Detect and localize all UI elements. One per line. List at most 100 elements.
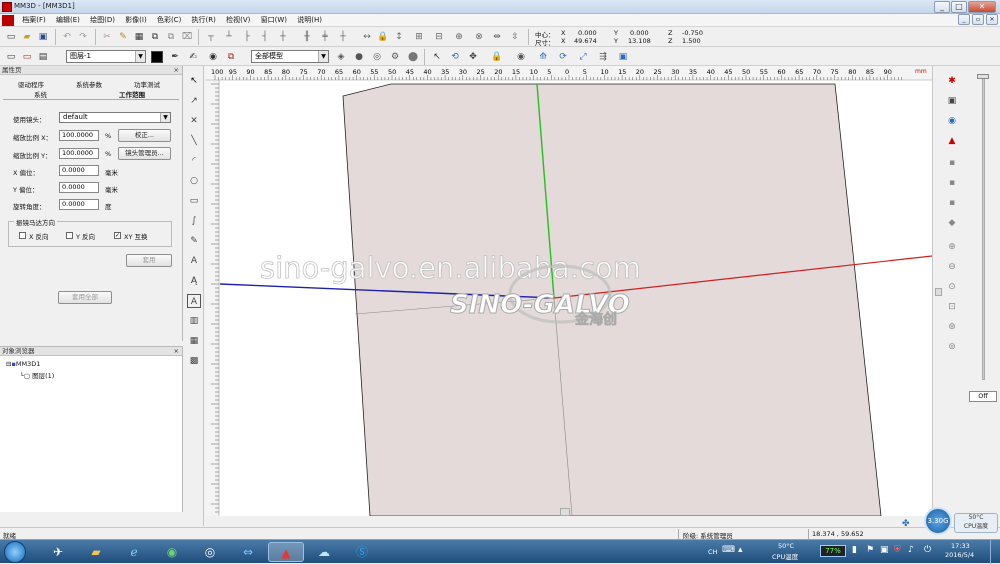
app-icon[interactable] (2, 2, 12, 12)
taskbar-ie-icon[interactable]: ℯ (116, 542, 152, 562)
clock-time[interactable]: 17:33 (951, 542, 970, 550)
align-top-icon[interactable]: ┬ (204, 30, 218, 44)
power-icon[interactable]: ⏻ (924, 545, 931, 555)
app-tray-icon[interactable]: ▣ (880, 545, 889, 555)
apply-all-button[interactable]: 套用全部 (58, 291, 112, 304)
mirror-v-icon[interactable]: ⇳ (508, 30, 522, 44)
zoom-slider-thumb[interactable] (977, 74, 989, 79)
apply-button[interactable]: 套用 (126, 254, 172, 267)
clock-date[interactable]: 2016/5/4 (945, 551, 974, 559)
arc-tool-icon[interactable]: ◜ (187, 154, 201, 168)
view-side-icon[interactable]: ▪ (945, 176, 959, 190)
tab-system-params[interactable]: 系统参数 (76, 79, 102, 89)
select-tool-icon[interactable]: ↖ (187, 74, 201, 88)
layer-new-icon[interactable]: ▭ (4, 50, 18, 64)
combine-icon[interactable]: ⊕ (452, 30, 466, 44)
minimize-button[interactable]: _ (934, 1, 950, 13)
show-desktop-button[interactable] (990, 540, 1000, 564)
invert-y-checkbox[interactable] (66, 232, 73, 239)
lock-icon[interactable]: 🔒 (376, 30, 390, 44)
same-height-icon[interactable]: ↕ (392, 30, 406, 44)
scroll-thumb[interactable] (560, 508, 570, 516)
mirror-h-icon[interactable]: ⇹ (490, 30, 504, 44)
open-folder-icon[interactable]: ▰ (20, 30, 34, 44)
same-width-icon[interactable]: ↔ (360, 30, 374, 44)
duplicate-icon[interactable]: ⧉ (164, 30, 178, 44)
network-icon[interactable]: ▮ (852, 545, 857, 555)
menu-window[interactable]: 窗口(W) (257, 14, 291, 27)
off-toggle[interactable]: Off (969, 391, 997, 402)
export-icon[interactable]: ▣ (616, 50, 630, 64)
pan-icon[interactable]: ✥ (466, 50, 480, 64)
tag-icon[interactable]: ◆ (945, 216, 959, 230)
paste-icon[interactable]: ✎ (116, 30, 130, 44)
center-y-value[interactable]: 0.000 (630, 29, 649, 37)
move-tool-icon[interactable]: ⟰ (536, 50, 550, 64)
delete-node-icon[interactable]: ✕ (187, 114, 201, 128)
security-icon[interactable]: ⛨ (894, 545, 901, 555)
size-x-value[interactable]: 49.674 (574, 37, 597, 45)
tree-root[interactable]: ⊟▪MM3D1 (6, 360, 40, 368)
size-y-value[interactable]: 13.108 (628, 37, 651, 45)
rotate-input[interactable]: 0.0000 (59, 199, 99, 210)
tab-system[interactable]: 系统 (34, 89, 47, 99)
save-icon[interactable]: ▣ (36, 30, 50, 44)
redo-icon[interactable]: ↷ (76, 30, 90, 44)
taskbar-cloud-icon[interactable]: ☁ (306, 542, 342, 562)
menu-draw[interactable]: 绘图(D) (86, 14, 119, 27)
invert-x-checkbox[interactable] (19, 232, 26, 239)
close-icon[interactable]: × (174, 66, 179, 75)
tab-driver[interactable]: 驱动程序 (18, 79, 44, 89)
tree-layer[interactable]: └▢ 图层(1) (20, 370, 54, 380)
barcode-tool-icon[interactable]: ▥ (187, 314, 201, 328)
rotate-view-icon[interactable]: ⟲ (448, 50, 462, 64)
cut-icon[interactable]: ✂ (100, 30, 114, 44)
close-button[interactable]: ✕ (968, 1, 996, 13)
light-icon[interactable]: ✱ (945, 74, 959, 88)
align-right-icon[interactable]: ┤ (258, 30, 272, 44)
layer-select[interactable]: 图层-1 ▼ (66, 50, 146, 63)
menu-help[interactable]: 说明(H) (293, 14, 326, 27)
drawing-canvas[interactable]: 100 95 90 85 80 75 70 65 60 55 50 45 40 35 30 25 20 15 10 5… (205, 66, 932, 516)
circle-tool-icon[interactable]: ○ (187, 174, 201, 188)
size-z-value[interactable]: 1.500 (682, 37, 701, 45)
scale-y-input[interactable]: 100.0000 (59, 148, 99, 159)
grid-tool-icon[interactable]: ▦ (187, 334, 201, 348)
layer-props-icon[interactable]: ▤ (36, 50, 50, 64)
new-file-icon[interactable]: ▭ (4, 30, 18, 44)
rect-tool-icon[interactable]: ▭ (187, 194, 201, 208)
taskbar-bird-app-icon[interactable]: ✈ (40, 542, 76, 562)
curve-tool-icon[interactable]: ∫ (187, 214, 201, 228)
line-tool-icon[interactable]: ╲ (187, 134, 201, 148)
eye-icon[interactable]: ◉ (514, 50, 528, 64)
sphere-icon[interactable]: ● (352, 50, 366, 64)
center-z-value[interactable]: -0.750 (682, 29, 703, 37)
image-tool-icon[interactable]: ▩ (187, 354, 201, 368)
maximize-button[interactable]: □ (951, 1, 967, 13)
scroll-thumb-vertical[interactable] (935, 288, 942, 296)
arrange-icon[interactable]: ⇶ (596, 50, 610, 64)
offset-y-input[interactable]: 0.0000 (59, 182, 99, 193)
rotate-tool-icon[interactable]: ⟳ (556, 50, 570, 64)
taskbar-skype-icon[interactable]: Ⓢ (344, 542, 380, 562)
gear-icon[interactable]: ⚙ (388, 50, 402, 64)
group-icon[interactable]: ⊞ (412, 30, 426, 44)
align-left-icon[interactable]: ├ (240, 30, 254, 44)
model-copy-icon[interactable]: ⧉ (224, 50, 238, 64)
zoom-in-icon[interactable]: ⊕ (945, 240, 959, 254)
scale-x-input[interactable]: 100.0000 (59, 130, 99, 141)
taskbar-mm3d-icon[interactable]: ▲ (268, 542, 304, 562)
align-center-v-icon[interactable]: ┼ (336, 30, 350, 44)
view-front-icon[interactable]: ▪ (945, 156, 959, 170)
menu-view[interactable]: 检视(V) (222, 14, 254, 27)
battery-indicator[interactable]: 77% (820, 545, 846, 557)
camera-icon[interactable]: ▣ (945, 94, 959, 108)
align-center-h-icon[interactable]: ┼ (276, 30, 290, 44)
eye-icon[interactable]: ◉ (945, 114, 959, 128)
pen-icon[interactable]: ✒ (168, 50, 182, 64)
copy-icon[interactable]: ⧉ (148, 30, 162, 44)
break-icon[interactable]: ⊗ (472, 30, 486, 44)
zoom-all-icon[interactable]: ⊚ (945, 340, 959, 354)
zoom-selection-icon[interactable]: ⊛ (945, 320, 959, 334)
menu-run[interactable]: 执行(R) (188, 14, 220, 27)
